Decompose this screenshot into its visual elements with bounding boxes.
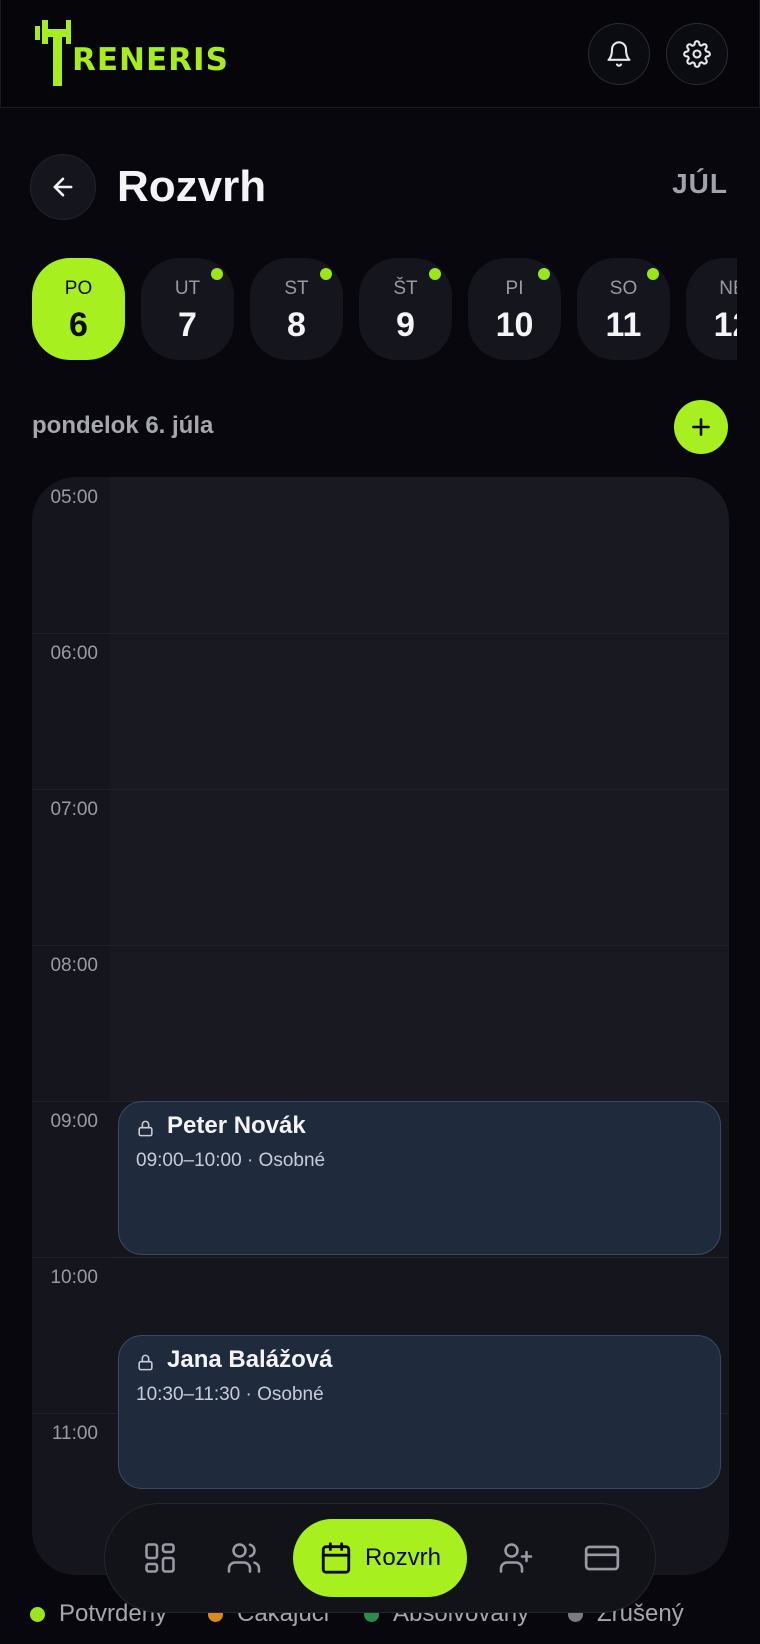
divider (32, 945, 110, 946)
unavailable-slot[interactable] (110, 477, 729, 633)
logo-text: RENERIS (72, 42, 229, 78)
session-card[interactable]: Jana Balážová 10:30–11:30 · Osobné (118, 1335, 721, 1489)
time-gutter: 10:00 (32, 1257, 110, 1413)
day-name: SO (609, 278, 638, 299)
nav-payments[interactable] (567, 1523, 637, 1593)
hour-slot-0600: 06:00 (32, 633, 729, 789)
day-chip-st2[interactable]: ŠT 9 (359, 258, 452, 360)
session-card[interactable]: Peter Novák 09:00–10:00 · Osobné (118, 1101, 721, 1255)
nav-clients[interactable] (209, 1523, 279, 1593)
session-client-name: Jana Balážová (167, 1346, 333, 1373)
hour-label: 11:00 (51, 1423, 98, 1444)
unavailable-slot[interactable] (110, 789, 729, 945)
day-number: 12 (713, 306, 737, 344)
session-time: 09:00–10:00 · Osobné (136, 1150, 326, 1171)
dumbbell-t-logo-icon (35, 20, 71, 86)
users-icon (227, 1543, 261, 1573)
month-label[interactable]: JÚL (672, 168, 728, 200)
hour-label: 10:00 (50, 1267, 98, 1288)
divider (32, 789, 110, 790)
time-gutter: 08:00 (32, 945, 110, 1101)
day-name: ŠT (393, 278, 418, 299)
day-number: 7 (178, 306, 197, 344)
day-name: NE (719, 278, 737, 299)
day-chip-po[interactable]: PO 6 (32, 258, 125, 360)
settings-button[interactable] (666, 23, 728, 85)
day-name: UT (174, 278, 201, 299)
time-gutter: 07:00 (32, 789, 110, 945)
bottom-nav: Rozvrh (104, 1503, 656, 1613)
hour-slot-0700: 07:00 (32, 789, 729, 945)
status-dot (30, 1606, 45, 1622)
arrow-left-icon (53, 177, 73, 197)
gear-icon (683, 40, 711, 68)
divider (32, 1413, 110, 1414)
day-name: PO (64, 278, 93, 299)
day-chip-so[interactable]: SO 11 (577, 258, 670, 360)
day-chip-st[interactable]: ST 8 (250, 258, 343, 360)
divider (32, 1257, 110, 1258)
user-plus-icon (499, 1543, 533, 1573)
day-number: 9 (396, 306, 415, 344)
credit-card-icon (584, 1545, 620, 1571)
time-gutter: 05:00 (32, 477, 110, 633)
hour-label: 07:00 (50, 799, 98, 820)
hour-label: 08:00 (50, 955, 98, 976)
day-name: PI (505, 278, 524, 299)
day-number: 8 (287, 306, 306, 344)
day-strip: PO 6 UT 7 ST 8 ŠT 9 PI 10 SO 11 NE 12 (32, 258, 737, 360)
notifications-button[interactable] (588, 23, 650, 85)
time-gutter: 11:00 (32, 1413, 110, 1569)
selected-date-label: pondelok 6. júla (32, 412, 214, 439)
time-gutter: 09:00 (32, 1101, 110, 1257)
nav-schedule-label: Rozvrh (364, 1544, 442, 1571)
hour-slot-0800: 08:00 (32, 945, 729, 1101)
calendar-icon (321, 1542, 351, 1574)
divider (32, 633, 110, 634)
session-client-name: Peter Novák (167, 1112, 306, 1139)
day-number: 10 (495, 306, 534, 344)
dashboard-icon (145, 1543, 175, 1573)
plus-icon (692, 418, 710, 436)
day-timeline: 05:00 06:00 07:00 08:00 09:00 10:00 11:0… (32, 477, 729, 1575)
hour-slot-0500: 05:00 (32, 477, 729, 633)
add-session-button[interactable] (674, 400, 728, 454)
unavailable-slot[interactable] (110, 633, 729, 789)
time-gutter: 06:00 (32, 633, 110, 789)
lock-icon (138, 1354, 153, 1371)
divider (32, 1101, 110, 1102)
day-number: 11 (605, 306, 642, 344)
session-time: 10:30–11:30 · Osobné (136, 1384, 324, 1405)
hour-label: 09:00 (50, 1111, 98, 1132)
nav-add-client[interactable] (481, 1523, 551, 1593)
bell-icon (607, 41, 631, 67)
top-bar: RENERIS (0, 0, 760, 108)
hour-label: 05:00 (50, 487, 98, 508)
page-title: Rozvrh (117, 162, 267, 211)
app-logo[interactable]: RENERIS (35, 20, 229, 88)
hour-label: 06:00 (50, 643, 98, 664)
day-chip-ne[interactable]: NE 12 (686, 258, 737, 360)
day-number: 6 (69, 306, 88, 344)
nav-dashboard[interactable] (125, 1523, 195, 1593)
day-chip-pi[interactable]: PI 10 (468, 258, 561, 360)
day-chip-ut[interactable]: UT 7 (141, 258, 234, 360)
day-name: ST (284, 278, 309, 299)
back-button[interactable] (30, 154, 96, 220)
nav-schedule[interactable]: Rozvrh (293, 1519, 467, 1597)
unavailable-slot[interactable] (110, 945, 729, 1101)
lock-icon (138, 1120, 153, 1137)
